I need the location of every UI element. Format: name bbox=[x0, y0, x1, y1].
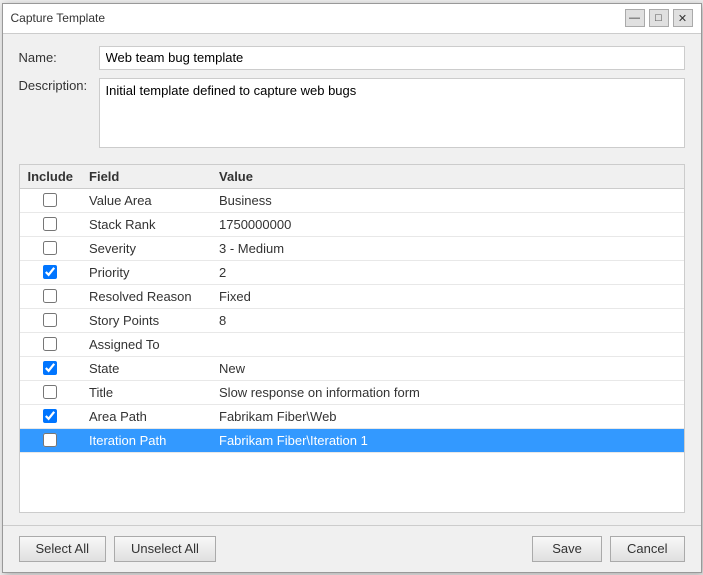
table-row[interactable]: Stack Rank1750000000 bbox=[20, 212, 684, 236]
restore-button[interactable]: □ bbox=[649, 9, 669, 27]
name-label: Name: bbox=[19, 50, 99, 65]
save-button[interactable]: Save bbox=[532, 536, 602, 562]
value-cell: 1750000000 bbox=[211, 212, 683, 236]
fields-table: Include Field Value Value AreaBusinessSt… bbox=[20, 165, 684, 453]
include-checkbox[interactable] bbox=[43, 265, 57, 279]
include-checkbox[interactable] bbox=[43, 241, 57, 255]
description-textarea[interactable]: Initial template defined to capture web … bbox=[99, 78, 685, 148]
include-cell bbox=[20, 380, 82, 404]
table-body: Value AreaBusinessStack Rank1750000000Se… bbox=[20, 188, 684, 452]
field-cell: Resolved Reason bbox=[81, 284, 211, 308]
table-row[interactable]: Priority2 bbox=[20, 260, 684, 284]
table-row[interactable]: TitleSlow response on information form bbox=[20, 380, 684, 404]
table-row[interactable]: StateNew bbox=[20, 356, 684, 380]
include-cell bbox=[20, 308, 82, 332]
value-cell: New bbox=[211, 356, 683, 380]
value-cell: Fabrikam Fiber\Iteration 1 bbox=[211, 428, 683, 452]
table-header-row: Include Field Value bbox=[20, 165, 684, 189]
value-cell: Fixed bbox=[211, 284, 683, 308]
include-cell bbox=[20, 428, 82, 452]
value-cell: Fabrikam Fiber\Web bbox=[211, 404, 683, 428]
include-cell bbox=[20, 260, 82, 284]
field-cell: Priority bbox=[81, 260, 211, 284]
include-checkbox[interactable] bbox=[43, 217, 57, 231]
value-cell: 2 bbox=[211, 260, 683, 284]
field-cell: Area Path bbox=[81, 404, 211, 428]
include-cell bbox=[20, 236, 82, 260]
include-checkbox[interactable] bbox=[43, 409, 57, 423]
title-bar: Capture Template — □ ✕ bbox=[3, 4, 701, 34]
table-row[interactable]: Value AreaBusiness bbox=[20, 188, 684, 212]
table-row[interactable]: Assigned To bbox=[20, 332, 684, 356]
window-title: Capture Template bbox=[11, 11, 106, 25]
field-cell: Story Points bbox=[81, 308, 211, 332]
field-column-header: Field bbox=[81, 165, 211, 189]
value-cell: Slow response on information form bbox=[211, 380, 683, 404]
table-row[interactable]: Iteration PathFabrikam Fiber\Iteration 1 bbox=[20, 428, 684, 452]
table-row[interactable]: Severity3 - Medium bbox=[20, 236, 684, 260]
title-bar-buttons: — □ ✕ bbox=[625, 9, 693, 27]
table-row[interactable]: Resolved ReasonFixed bbox=[20, 284, 684, 308]
include-checkbox[interactable] bbox=[43, 193, 57, 207]
include-checkbox[interactable] bbox=[43, 433, 57, 447]
select-all-button[interactable]: Select All bbox=[19, 536, 106, 562]
table-row[interactable]: Story Points8 bbox=[20, 308, 684, 332]
dialog-footer: Select All Unselect All Save Cancel bbox=[3, 525, 701, 572]
capture-template-window: Capture Template — □ ✕ Name: Description… bbox=[2, 3, 702, 573]
fields-table-container: Include Field Value Value AreaBusinessSt… bbox=[19, 164, 685, 513]
unselect-all-button[interactable]: Unselect All bbox=[114, 536, 216, 562]
include-cell bbox=[20, 188, 82, 212]
field-cell: Assigned To bbox=[81, 332, 211, 356]
value-column-header: Value bbox=[211, 165, 683, 189]
value-cell: Business bbox=[211, 188, 683, 212]
field-cell: Severity bbox=[81, 236, 211, 260]
dialog-content: Name: Description: Initial template defi… bbox=[3, 34, 701, 525]
include-checkbox[interactable] bbox=[43, 361, 57, 375]
include-cell bbox=[20, 356, 82, 380]
include-cell bbox=[20, 404, 82, 428]
cancel-button[interactable]: Cancel bbox=[610, 536, 684, 562]
value-cell bbox=[211, 332, 683, 356]
minimize-button[interactable]: — bbox=[625, 9, 645, 27]
field-cell: Value Area bbox=[81, 188, 211, 212]
field-cell: Title bbox=[81, 380, 211, 404]
include-checkbox[interactable] bbox=[43, 313, 57, 327]
description-row: Description: Initial template defined to… bbox=[19, 78, 685, 148]
close-button[interactable]: ✕ bbox=[673, 9, 693, 27]
footer-left-buttons: Select All Unselect All bbox=[19, 536, 216, 562]
table-row[interactable]: Area PathFabrikam Fiber\Web bbox=[20, 404, 684, 428]
name-input[interactable] bbox=[99, 46, 685, 70]
footer-right-buttons: Save Cancel bbox=[532, 536, 684, 562]
include-checkbox[interactable] bbox=[43, 385, 57, 399]
value-cell: 8 bbox=[211, 308, 683, 332]
include-column-header: Include bbox=[20, 165, 82, 189]
name-row: Name: bbox=[19, 46, 685, 70]
include-checkbox[interactable] bbox=[43, 337, 57, 351]
description-label: Description: bbox=[19, 78, 99, 93]
value-cell: 3 - Medium bbox=[211, 236, 683, 260]
include-cell bbox=[20, 332, 82, 356]
field-cell: Iteration Path bbox=[81, 428, 211, 452]
include-cell bbox=[20, 284, 82, 308]
field-cell: Stack Rank bbox=[81, 212, 211, 236]
field-cell: State bbox=[81, 356, 211, 380]
include-cell bbox=[20, 212, 82, 236]
include-checkbox[interactable] bbox=[43, 289, 57, 303]
